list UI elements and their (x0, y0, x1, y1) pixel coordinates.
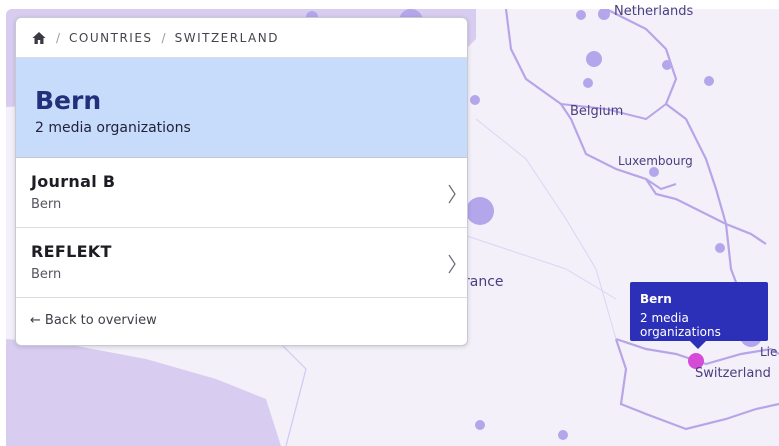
map-marker[interactable] (586, 51, 602, 67)
chevron-right-icon (448, 254, 456, 274)
breadcrumb-separator: / (56, 30, 61, 45)
map-tooltip: Bern 2 media organizations (630, 282, 768, 349)
map-marker[interactable] (715, 243, 725, 253)
map-marker[interactable] (558, 430, 568, 440)
organization-name: Journal B (31, 172, 116, 191)
list-item-reflekt[interactable]: REFLEKT Bern (16, 228, 467, 298)
map-marker[interactable] (649, 167, 659, 177)
breadcrumb-separator: / (161, 30, 166, 45)
breadcrumb: / COUNTRIES / SWITZERLAND (16, 18, 467, 58)
organization-count: 2 media organizations (35, 120, 191, 136)
city-header: Bern 2 media organizations (16, 58, 467, 158)
back-to-overview-link[interactable]: ← Back to overview (16, 298, 467, 342)
breadcrumb-switzerland[interactable]: SWITZERLAND (175, 31, 279, 45)
tooltip-title: Bern (640, 292, 672, 306)
tooltip-pointer (690, 341, 706, 349)
organization-name: REFLEKT (31, 242, 112, 261)
map-marker[interactable] (583, 78, 593, 88)
home-icon[interactable] (31, 30, 47, 46)
list-item-journal-b[interactable]: Journal B Bern (16, 158, 467, 228)
organization-city: Bern (31, 267, 62, 282)
tooltip-subtitle: 2 media organizations (640, 311, 721, 339)
back-link-label: Back to overview (44, 312, 157, 328)
breadcrumb-countries[interactable]: COUNTRIES (69, 31, 153, 45)
map-marker[interactable] (704, 76, 714, 86)
map-label-netherlands: Netherlands (614, 4, 694, 19)
map-marker[interactable] (466, 197, 494, 225)
city-panel: / COUNTRIES / SWITZERLAND Bern 2 media o… (15, 17, 468, 346)
map-label-belgium: Belgium (570, 104, 624, 119)
map-marker[interactable] (470, 95, 480, 105)
map-label-france: rance (464, 274, 504, 290)
organization-city: Bern (31, 197, 62, 212)
map-label-luxembourg: Luxembourg (618, 154, 693, 168)
chevron-right-icon (448, 184, 456, 204)
map-marker[interactable] (662, 60, 672, 70)
map-label-switzerland: Switzerland (695, 366, 771, 381)
map-marker[interactable] (475, 420, 485, 430)
arrow-left-icon: ← (30, 312, 41, 328)
map-label-liechtenstein: Lie (760, 345, 778, 359)
map-marker[interactable] (576, 10, 586, 20)
page-title: Bern (35, 86, 102, 115)
